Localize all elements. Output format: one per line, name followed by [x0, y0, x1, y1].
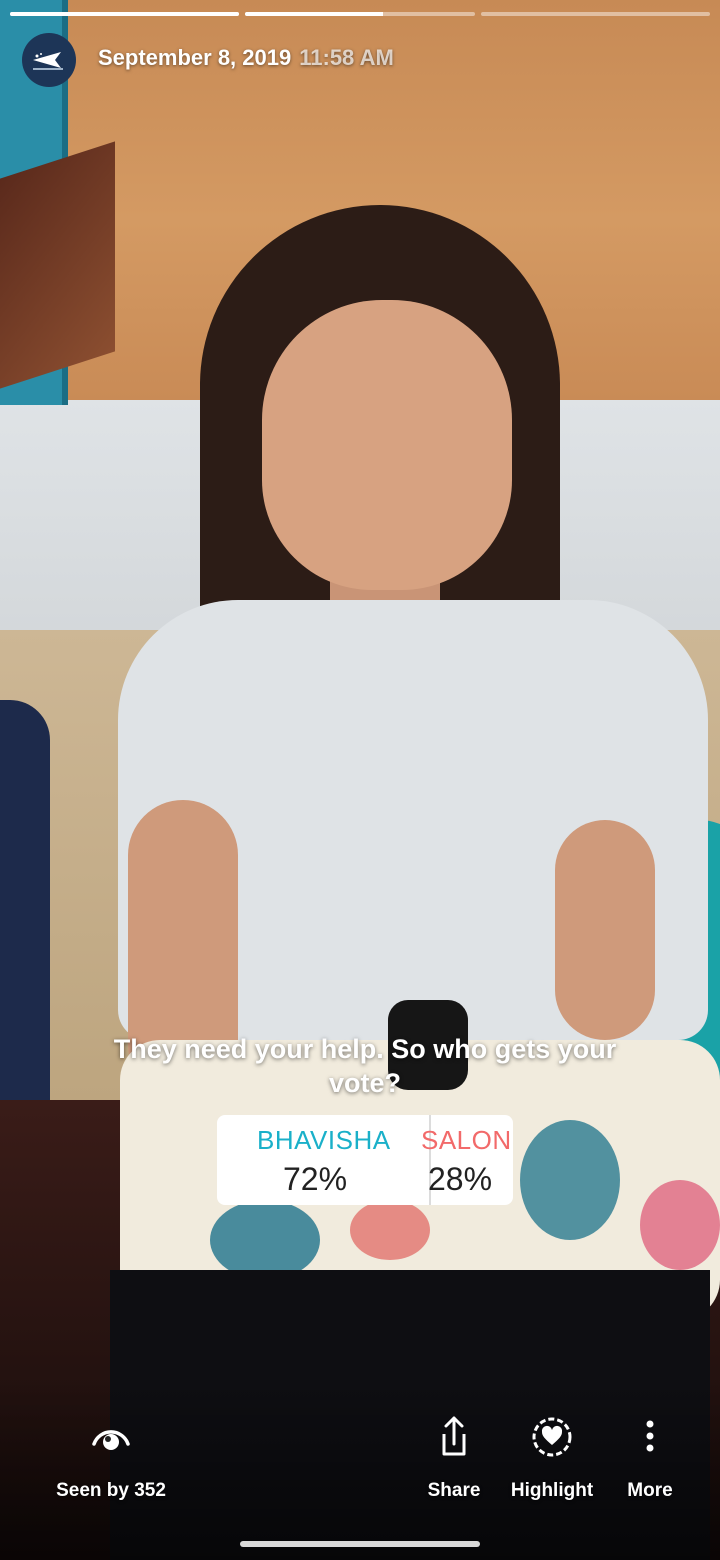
poll-option-bhavisha[interactable]: BHAVISHA 72%	[217, 1115, 429, 1205]
progress-segment	[10, 12, 240, 16]
progress-segment	[480, 12, 710, 16]
poll-question: They need your help. So who gets your vo…	[113, 1034, 617, 1098]
eye-icon	[92, 1430, 130, 1450]
seen-by-label: Seen by 352	[56, 1480, 166, 1501]
share-label: Share	[427, 1480, 481, 1501]
story-progress	[10, 12, 710, 16]
story-time: 11:58 AM	[299, 45, 394, 70]
poll-option-name: BHAVISHA	[257, 1125, 391, 1155]
story-photo	[0, 0, 720, 1560]
more-vertical-icon	[646, 1420, 654, 1452]
poll-option-saloni[interactable]: SALONI 28%	[421, 1115, 513, 1205]
story-date: September 8, 2019	[98, 45, 292, 70]
share-button[interactable]: Share	[418, 1412, 490, 1502]
home-indicator[interactable]	[240, 1541, 480, 1547]
poll-sticker[interactable]: BHAVISHA 72% SALONI 28%	[217, 1115, 513, 1205]
more-label: More	[627, 1480, 673, 1501]
story-viewer: September 8, 2019 11:58 AM They need your…	[0, 0, 720, 1560]
logo-icon	[33, 52, 63, 70]
highlight-label: Highlight	[510, 1480, 594, 1501]
progress-segment	[245, 12, 475, 16]
story-timestamp: September 8, 2019 11:58 AM	[98, 45, 394, 71]
seen-by-button[interactable]: Seen by 352	[56, 1412, 166, 1502]
poll-option-name: SALONI	[421, 1125, 513, 1155]
profile-avatar[interactable]	[22, 33, 76, 87]
poll-option-percent: 28%	[428, 1161, 493, 1197]
heart-circle-icon	[532, 1417, 572, 1457]
share-icon	[442, 1416, 466, 1456]
more-button[interactable]: More	[620, 1412, 680, 1502]
highlight-button[interactable]: Highlight	[508, 1412, 596, 1502]
poll-option-percent: 72%	[283, 1161, 348, 1197]
